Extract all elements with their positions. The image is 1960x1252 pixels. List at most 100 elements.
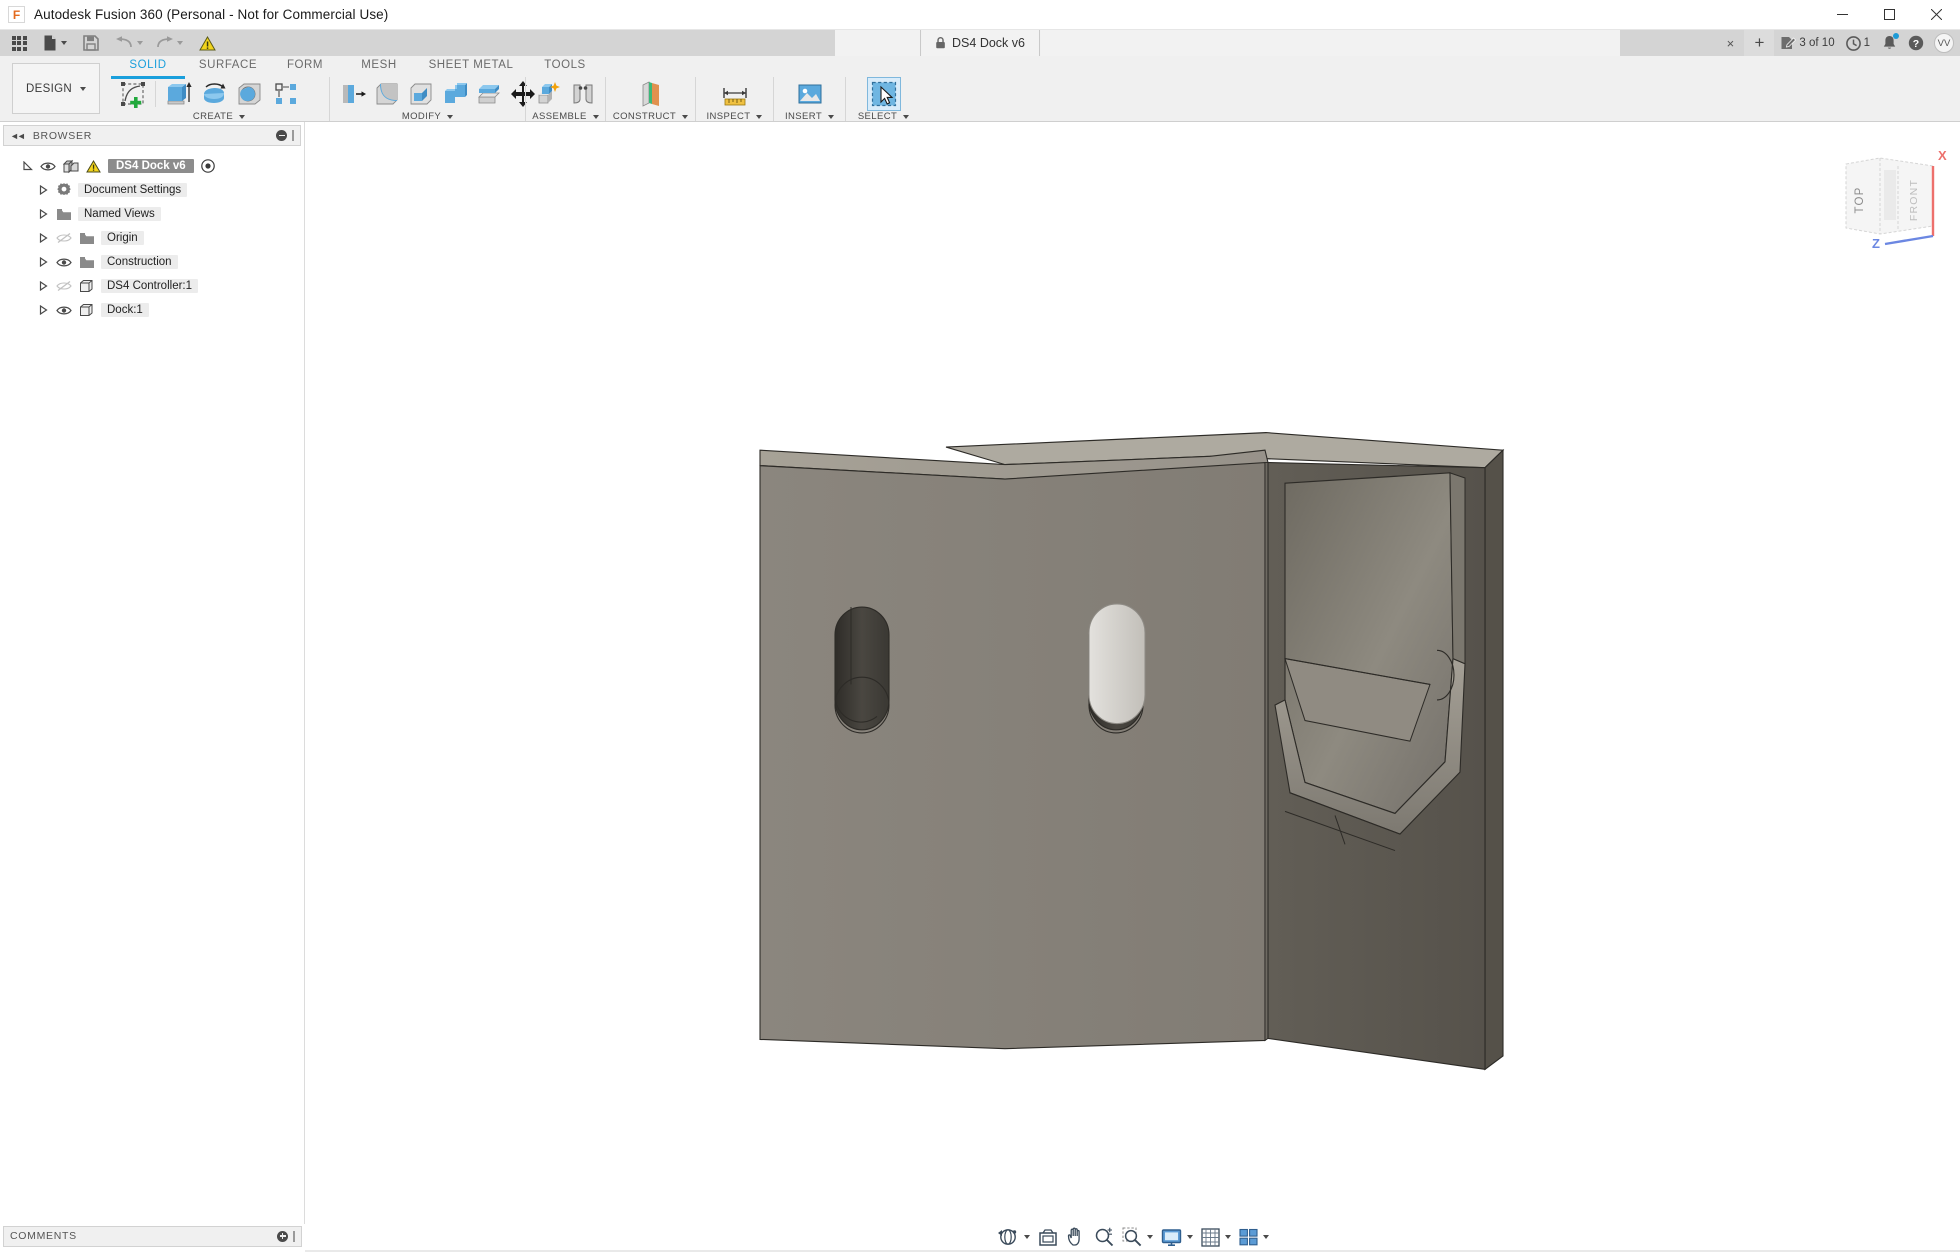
chevron-down-icon[interactable] — [1146, 1235, 1153, 1239]
activate-component-radio[interactable] — [200, 158, 217, 175]
new-file-icon[interactable] — [40, 30, 70, 56]
insert-mcmaster-button[interactable] — [793, 77, 827, 111]
notifications-button[interactable] — [1876, 30, 1902, 56]
tab-form[interactable]: FORM — [269, 56, 341, 76]
tree-item-label: DS4 Controller:1 — [101, 279, 199, 293]
tree-row-document-settings[interactable]: Document Settings — [0, 178, 304, 202]
minimize-browser-icon[interactable] — [276, 130, 287, 141]
chevron-down-icon[interactable] — [1262, 1235, 1269, 1239]
close-button[interactable] — [1913, 0, 1960, 30]
quick-access-right-group: × + 3 of 10 1 ? VV — [1717, 30, 1960, 56]
view-cube[interactable]: TOP FRONT X Z — [1828, 140, 1948, 250]
revolve-button[interactable] — [197, 77, 231, 111]
user-avatar[interactable]: VV — [1934, 33, 1954, 53]
maximize-button[interactable] — [1866, 0, 1913, 30]
browser-grip[interactable] — [292, 130, 294, 141]
history-button[interactable]: 1 — [1841, 30, 1875, 56]
viewports-icon[interactable] — [1236, 1224, 1272, 1250]
measure-button[interactable] — [718, 77, 752, 111]
joint-button[interactable] — [567, 77, 599, 111]
tree-row-root[interactable]: DS4 Dock v6 — [0, 154, 304, 178]
fusion360-window: F Autodesk Fusion 360 (Personal - Not fo… — [0, 0, 1960, 1252]
gear-icon — [55, 182, 72, 199]
expand-triangle-icon[interactable] — [38, 305, 49, 315]
comments-grip[interactable] — [293, 1230, 295, 1242]
ds4-dock-3d-model[interactable] — [305, 122, 1960, 1252]
zoom-window-icon[interactable] — [1119, 1224, 1156, 1250]
offset-face-button[interactable] — [473, 77, 505, 111]
tree-row-ds4-controller[interactable]: DS4 Controller:1 — [0, 274, 304, 298]
close-document-tab-button[interactable]: × — [1717, 30, 1743, 56]
minimize-button[interactable] — [1819, 0, 1866, 30]
tree-row-origin[interactable]: Origin — [0, 226, 304, 250]
grid-snap-icon[interactable] — [1198, 1224, 1234, 1250]
press-pull-button[interactable] — [337, 77, 369, 111]
tab-sheet-metal[interactable]: SHEET METAL — [417, 56, 525, 76]
pan-icon[interactable] — [1063, 1224, 1089, 1250]
chevron-down-icon[interactable] — [1186, 1235, 1193, 1239]
chevron-down-icon[interactable] — [177, 41, 183, 45]
panel-construct: CONSTRUCT — [605, 77, 695, 122]
chevron-down-icon[interactable] — [1224, 1235, 1231, 1239]
orbit-icon[interactable] — [994, 1224, 1033, 1250]
expand-triangle-icon[interactable] — [38, 281, 49, 291]
window-controls — [1819, 0, 1960, 30]
tab-mesh[interactable]: MESH — [341, 56, 417, 76]
undo-icon[interactable] — [112, 30, 146, 56]
display-settings-icon[interactable] — [1158, 1224, 1196, 1250]
zoom-icon[interactable] — [1091, 1224, 1117, 1250]
jobs-status-button[interactable]: 3 of 10 — [1775, 30, 1839, 56]
expand-triangle-icon[interactable] — [38, 185, 49, 195]
shell-button[interactable] — [405, 77, 437, 111]
tree-row-construction[interactable]: Construction — [0, 250, 304, 274]
fillet-button[interactable] — [371, 77, 403, 111]
extrude-button[interactable] — [161, 77, 195, 111]
visibility-hidden-icon[interactable] — [55, 230, 72, 247]
tab-solid[interactable]: SOLID — [109, 56, 187, 79]
visibility-eye-icon[interactable] — [55, 254, 72, 271]
select-tool-button[interactable] — [866, 77, 901, 111]
chevron-down-icon — [447, 114, 454, 119]
design-canvas[interactable]: TOP FRONT X Z — [305, 122, 1960, 1252]
tree-row-named-views[interactable]: Named Views — [0, 202, 304, 226]
construction-plane-button[interactable] — [634, 77, 668, 111]
sweep-button[interactable] — [233, 77, 267, 111]
collapse-icon[interactable]: ◄◄ — [10, 131, 26, 141]
look-at-icon[interactable] — [1035, 1224, 1061, 1250]
panel-select: SELECT — [845, 77, 921, 122]
ribbon-tab-row: SOLID SURFACE FORM MESH SHEET METAL TOOL… — [109, 56, 1960, 79]
help-button[interactable]: ? — [1903, 30, 1929, 56]
comments-bar: COMMENTS — [0, 1224, 305, 1252]
chevron-down-icon[interactable] — [137, 41, 143, 45]
visibility-eye-icon[interactable] — [55, 302, 72, 319]
save-icon[interactable] — [78, 30, 104, 56]
expand-triangle-icon[interactable] — [38, 233, 49, 243]
chevron-down-icon[interactable] — [1023, 1235, 1030, 1239]
combine-button[interactable] — [439, 77, 471, 111]
warning-icon[interactable] — [194, 30, 220, 56]
app-grid-icon[interactable] — [6, 30, 32, 56]
visibility-eye-icon[interactable] — [39, 158, 56, 175]
visibility-hidden-icon[interactable] — [55, 278, 72, 295]
expand-triangle-icon[interactable] — [38, 257, 49, 267]
create-sketch-button[interactable] — [116, 77, 150, 111]
chevron-down-icon[interactable] — [61, 41, 67, 45]
main-body: ◄◄ BROWSER DS4 Dock v6 Document Settings… — [0, 122, 1960, 1252]
panel-label-text: MODIFY — [401, 111, 442, 122]
view-cube-front-label: FRONT — [1908, 179, 1920, 221]
chevron-down-icon — [239, 114, 246, 119]
tree-item-label: Construction — [101, 255, 178, 269]
redo-icon[interactable] — [152, 30, 186, 56]
tree-item-label: Document Settings — [78, 183, 188, 197]
expand-triangle-icon[interactable] — [38, 209, 49, 219]
pattern-button[interactable] — [269, 77, 303, 111]
document-tab[interactable]: DS4 Dock v6 — [920, 30, 1040, 56]
add-comment-icon[interactable] — [277, 1230, 288, 1242]
tab-tools[interactable]: TOOLS — [525, 56, 605, 76]
tree-row-dock[interactable]: Dock:1 — [0, 298, 304, 322]
workspace-switcher[interactable]: DESIGN — [12, 63, 100, 114]
tab-surface[interactable]: SURFACE — [187, 56, 269, 76]
new-document-tab-button[interactable]: + — [1744, 30, 1775, 56]
expand-triangle-icon[interactable] — [22, 161, 33, 171]
new-component-button[interactable] — [533, 77, 565, 111]
